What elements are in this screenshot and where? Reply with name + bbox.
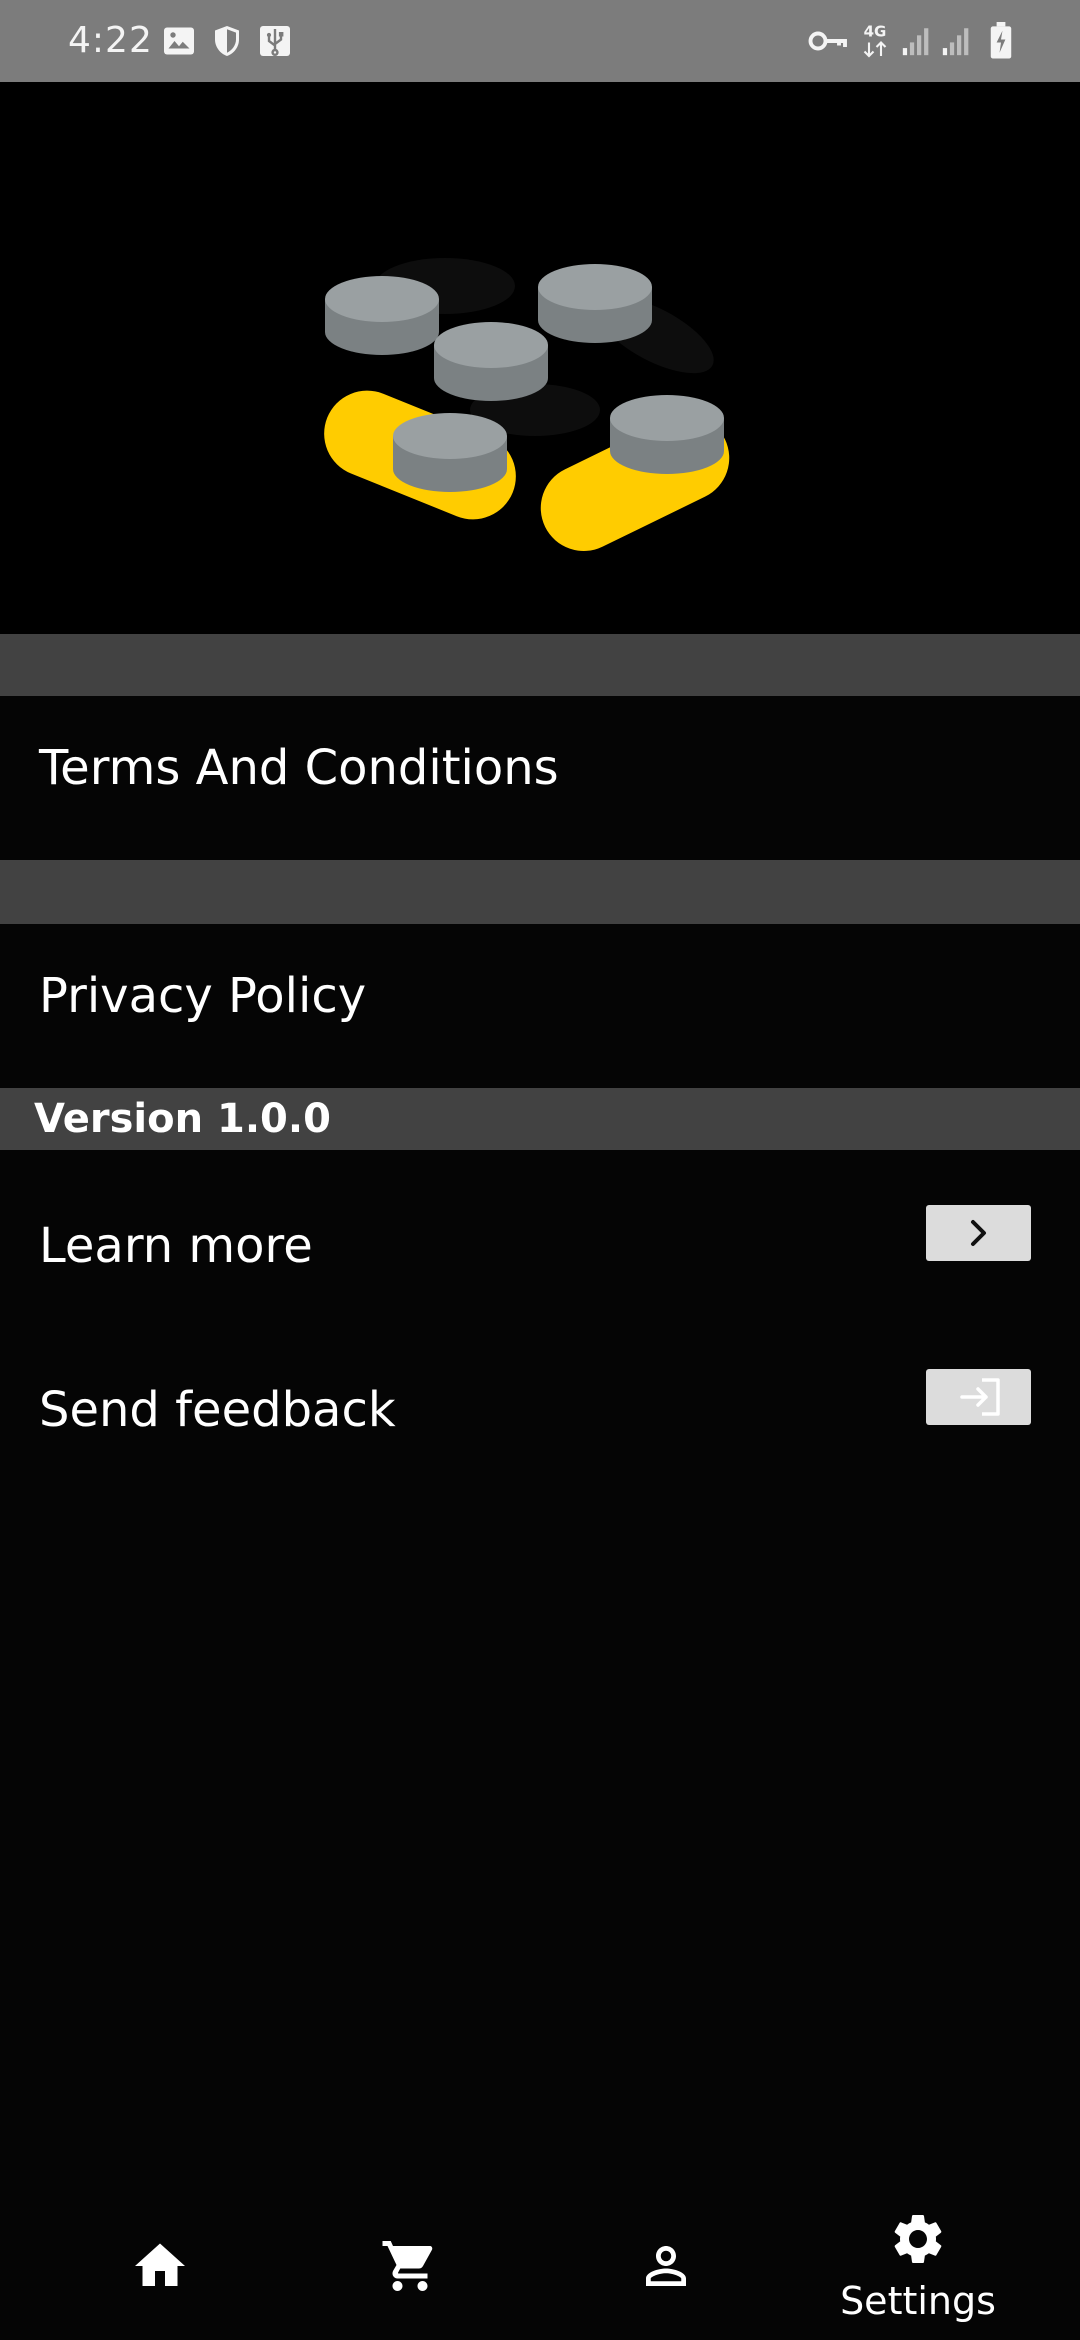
privacy-policy-row[interactable]: Privacy Policy xyxy=(0,924,1080,1088)
settings-screen: 4:22 4G Terms And Conditions Privacy Pol… xyxy=(0,0,1080,2340)
learn-more-row[interactable]: Learn more xyxy=(0,1150,1080,1314)
home-icon xyxy=(130,2236,190,2296)
terms-and-conditions-row[interactable]: Terms And Conditions xyxy=(0,696,1080,860)
vpn-key-icon xyxy=(806,22,848,60)
nav-settings-label: Settings xyxy=(840,2279,996,2323)
person-icon xyxy=(636,2236,696,2296)
send-feedback-label: Send feedback xyxy=(39,1382,396,1438)
logo-puck xyxy=(610,395,724,474)
logo-puck xyxy=(538,264,652,343)
learn-more-label: Learn more xyxy=(39,1218,313,1274)
battery-charging-icon xyxy=(988,22,1014,60)
nav-home[interactable] xyxy=(25,2205,295,2340)
signal-icon xyxy=(900,22,934,60)
status-bar: 4:22 4G xyxy=(0,0,1080,82)
logo-puck xyxy=(434,322,548,401)
version-bar: Version 1.0.0 xyxy=(0,1088,1080,1150)
nav-settings[interactable]: Settings xyxy=(783,2205,1053,2340)
privacy-policy-label: Privacy Policy xyxy=(39,968,367,1024)
nav-cart[interactable] xyxy=(270,2205,540,2340)
section-divider xyxy=(0,634,1080,696)
status-time: 4:22 xyxy=(68,20,153,61)
cart-icon xyxy=(380,2236,440,2296)
terms-and-conditions-label: Terms And Conditions xyxy=(39,740,559,796)
logo-puck xyxy=(393,413,507,492)
gear-icon xyxy=(888,2209,948,2269)
bottom-navigation: Settings xyxy=(0,2205,1080,2340)
send-feedback-row[interactable]: Send feedback xyxy=(0,1314,1080,1478)
section-divider xyxy=(0,860,1080,924)
app-logo xyxy=(0,82,1080,634)
image-icon xyxy=(161,22,197,60)
version-text: Version 1.0.0 xyxy=(34,1096,331,1142)
login-arrow-icon xyxy=(960,1378,1000,1416)
nav-profile[interactable] xyxy=(535,2205,805,2340)
svg-text:4G: 4G xyxy=(864,23,887,41)
learn-more-button[interactable] xyxy=(926,1205,1031,1261)
signal-icon xyxy=(940,22,974,60)
chevron-right-icon xyxy=(971,1220,986,1246)
shield-icon xyxy=(209,22,245,60)
usb-icon xyxy=(257,22,293,60)
send-feedback-button[interactable] xyxy=(926,1369,1031,1425)
logo-puck xyxy=(325,276,439,355)
network-4g-icon: 4G xyxy=(860,20,890,62)
